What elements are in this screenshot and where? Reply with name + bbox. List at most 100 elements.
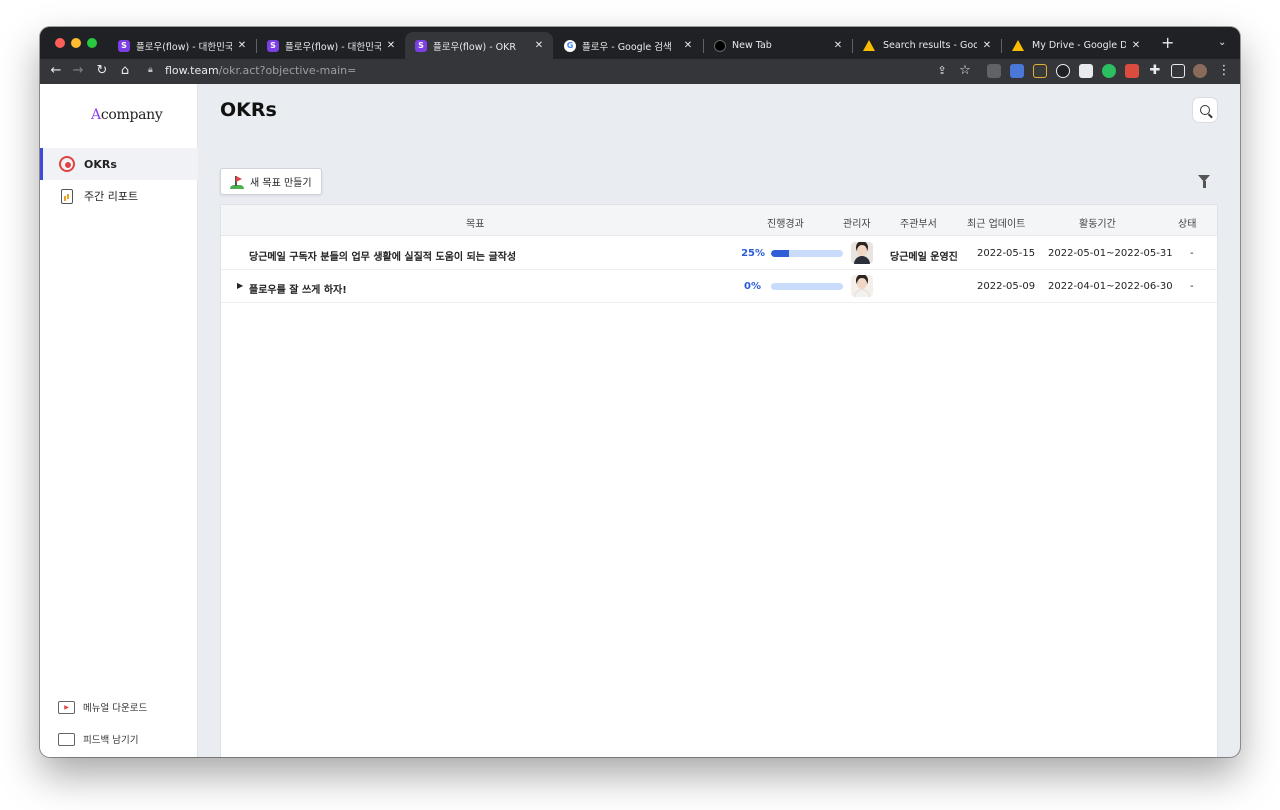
table-header: 목표 진행경과 관리자 주관부서 최근 업데이트 활동기간 상태 — [221, 205, 1217, 236]
manager-avatar[interactable] — [851, 242, 873, 264]
expand-arrow-icon[interactable]: ▶ — [237, 281, 243, 290]
address-bar[interactable]: flow.team/okr.act?objective-main= — [165, 64, 356, 77]
browser-toolbar: ← → ↻ ⌂ 🔒︎ flow.team/okr.act?objective-m… — [40, 59, 1240, 84]
tab-title: 플로우 - Google 검색 — [582, 41, 672, 53]
browser-tab-active[interactable]: S 플로우(flow) - OKR ✕ — [405, 32, 553, 59]
tab-title: Search results - Google D — [883, 40, 977, 51]
manual-download-link[interactable]: ▶ 메뉴얼 다운로드 — [40, 695, 198, 719]
filter-icon[interactable] — [1198, 175, 1210, 188]
sidebar-item-label: OKRs — [84, 157, 117, 171]
todoist-icon[interactable] — [1125, 64, 1139, 78]
maximize-window-button[interactable] — [87, 38, 97, 48]
column-header-department[interactable]: 주관부서 — [900, 215, 937, 230]
manager-avatar[interactable] — [851, 275, 873, 297]
back-arrow-icon[interactable]: ← — [48, 63, 64, 79]
extension-icon[interactable] — [1079, 64, 1093, 78]
more-menu-icon[interactable]: ⋮ — [1216, 63, 1232, 79]
book-icon — [58, 732, 75, 746]
profile-avatar[interactable] — [1193, 64, 1207, 78]
tab-close-icon[interactable]: ✕ — [1130, 40, 1142, 51]
tab-close-icon[interactable]: ✕ — [236, 40, 248, 51]
bookmark-star-icon[interactable]: ☆ — [957, 63, 973, 79]
video-icon: ▶ — [58, 700, 75, 714]
column-header-goal[interactable]: 목표 — [466, 215, 484, 230]
updated-date: 2022-05-15 — [977, 248, 1036, 259]
newtab-icon — [714, 39, 726, 52]
progress-bar-fill — [771, 250, 789, 257]
report-icon — [58, 187, 76, 205]
progress-bar — [771, 283, 843, 290]
translate-extension-icon[interactable] — [1010, 64, 1024, 78]
column-header-status[interactable]: 상태 — [1178, 215, 1196, 230]
feedback-label: 피드백 남기기 — [83, 735, 139, 746]
target-icon — [58, 155, 76, 173]
tab-title: My Drive - Google Drive — [1032, 40, 1126, 51]
sidebar-item-label: 주간 리포트 — [84, 190, 139, 203]
page-title: OKRs — [220, 99, 277, 121]
puzzle-extensions-icon[interactable]: ✚ — [1147, 63, 1163, 79]
manual-download-label: 메뉴얼 다운로드 — [83, 703, 148, 714]
browser-window: S 플로우(flow) - 대한민국 No. ✕ S 플로우(flow) - 대… — [40, 27, 1240, 757]
sidebar-item-weekly-report[interactable]: 주간 리포트 — [40, 180, 198, 212]
objective-title[interactable]: 플로우를 잘 쓰게 하자! — [249, 281, 347, 296]
activity-period: 2022-04-01~2022-06-30 — [1048, 281, 1173, 292]
sidebar: Acompany OKRs 주간 리포트 ▶ 메뉴얼 다운로드 피드백 남기기 — [40, 84, 198, 757]
tab-title: 플로우(flow) - 대한민국 NO. — [285, 41, 381, 53]
tab-close-icon[interactable]: ✕ — [682, 40, 694, 51]
extension-icon[interactable] — [1033, 64, 1047, 78]
create-objective-label: 새 목표 만들기 — [250, 178, 312, 189]
tab-close-icon[interactable]: ✕ — [533, 40, 545, 51]
browser-tab[interactable]: G 플로우 - Google 검색 ✕ — [554, 32, 702, 59]
lock-icon[interactable]: 🔒︎ — [148, 65, 153, 75]
drive-icon — [1012, 40, 1024, 51]
status-value: - — [1190, 281, 1194, 292]
flow-icon: S — [118, 39, 130, 52]
logo-letter: A — [91, 107, 101, 123]
home-icon[interactable]: ⌂ — [117, 63, 133, 79]
flow-icon: S — [415, 39, 427, 52]
flag-icon — [230, 175, 244, 189]
status-value: - — [1190, 248, 1194, 259]
search-icon — [1200, 105, 1210, 115]
tab-title: 플로우(flow) - 대한민국 No. — [136, 41, 232, 53]
grammarly-icon[interactable] — [1056, 64, 1070, 78]
browser-tab[interactable]: S 플로우(flow) - 대한민국 No. ✕ — [108, 32, 256, 59]
create-objective-button[interactable]: 새 목표 만들기 — [220, 168, 322, 195]
evernote-icon[interactable] — [1102, 64, 1116, 78]
browser-tab[interactable]: Search results - Google D ✕ — [853, 32, 1001, 59]
reload-icon[interactable]: ↻ — [94, 63, 110, 79]
objective-title[interactable]: 당근메일 구독자 분들의 업무 생활에 실질적 도움이 되는 글작성 — [249, 248, 516, 263]
new-tab-button[interactable]: + — [1161, 35, 1174, 51]
browser-tab[interactable]: S 플로우(flow) - 대한민국 NO. ✕ — [257, 32, 405, 59]
column-header-manager[interactable]: 관리자 — [843, 215, 871, 230]
sidebar-item-okrs[interactable]: OKRs — [40, 148, 198, 180]
side-panel-icon[interactable] — [1171, 64, 1185, 78]
extension-tabs-icon[interactable] — [987, 64, 1001, 78]
search-button[interactable] — [1192, 97, 1218, 123]
tab-close-icon[interactable]: ✕ — [385, 40, 397, 51]
share-icon[interactable]: ⇪ — [934, 63, 950, 79]
tab-close-icon[interactable]: ✕ — [981, 40, 993, 51]
tab-close-icon[interactable]: ✕ — [832, 40, 844, 51]
company-logo[interactable]: Acompany — [91, 107, 163, 123]
close-window-button[interactable] — [55, 38, 65, 48]
column-header-period[interactable]: 활동기간 — [1079, 215, 1116, 230]
minimize-window-button[interactable] — [71, 38, 81, 48]
column-header-progress[interactable]: 진행경과 — [767, 215, 804, 230]
feedback-link[interactable]: 피드백 남기기 — [40, 727, 198, 751]
table-row[interactable]: 당근메일 구독자 분들의 업무 생활에 실질적 도움이 되는 글작성 25% 당… — [221, 237, 1217, 270]
column-header-updated[interactable]: 최근 업데이트 — [967, 215, 1025, 230]
tab-search-chevron-icon[interactable]: ⌄ — [1218, 37, 1226, 48]
forward-arrow-icon[interactable]: → — [70, 63, 86, 79]
url-host: flow.team — [165, 64, 219, 77]
browser-tab[interactable]: My Drive - Google Drive ✕ — [1002, 32, 1150, 59]
progress-bar — [771, 250, 843, 257]
url-path: /okr.act?objective-main= — [218, 64, 357, 77]
app-content: Acompany OKRs 주간 리포트 ▶ 메뉴얼 다운로드 피드백 남기기 … — [40, 84, 1240, 757]
progress-percent: 0% — [744, 281, 761, 292]
table-row[interactable]: ▶ 플로우를 잘 쓰게 하자! 0% 2022-05-09 2022-04-01… — [221, 270, 1217, 303]
progress-percent: 25% — [741, 248, 765, 259]
browser-tab[interactable]: New Tab ✕ — [704, 32, 852, 59]
google-icon: G — [564, 39, 576, 52]
tab-title: 플로우(flow) - OKR — [433, 41, 516, 53]
